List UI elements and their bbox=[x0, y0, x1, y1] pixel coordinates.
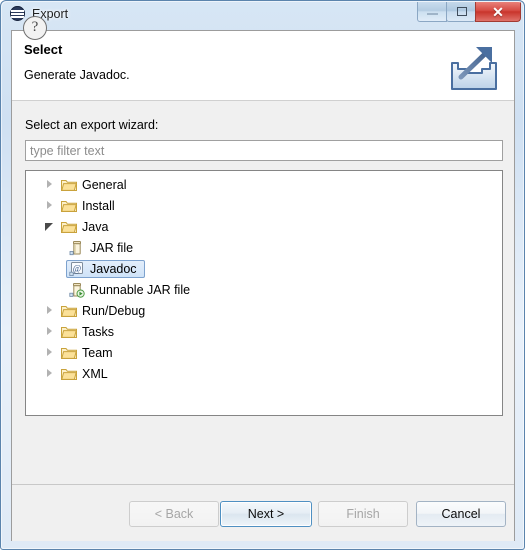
chevron-right-icon[interactable] bbox=[42, 321, 58, 342]
tree-item-label: General bbox=[82, 177, 127, 192]
tree-item-label: Runnable JAR file bbox=[90, 282, 191, 297]
restore-button[interactable] bbox=[446, 2, 476, 22]
chevron-right-icon[interactable] bbox=[42, 342, 58, 363]
tree-item-run-debug[interactable]: Run/Debug bbox=[26, 300, 502, 321]
tree-item-general[interactable]: General bbox=[26, 174, 502, 195]
tree-item-team[interactable]: Team bbox=[26, 342, 502, 363]
tree-item-content[interactable]: General bbox=[58, 176, 134, 194]
tree-item-install[interactable]: Install bbox=[26, 195, 502, 216]
restore-icon bbox=[457, 7, 467, 16]
tree-item-content[interactable]: Install bbox=[58, 197, 123, 215]
tree-item-content[interactable]: JAR file bbox=[66, 239, 141, 257]
tree-item-java[interactable]: Java bbox=[26, 216, 502, 237]
title-bar[interactable]: Export ✕ bbox=[1, 1, 524, 29]
close-icon: ✕ bbox=[492, 3, 504, 20]
dialog-bottom-edge bbox=[11, 538, 515, 548]
minimize-button[interactable] bbox=[417, 2, 447, 22]
runnable-jar-icon bbox=[69, 282, 85, 298]
tree-item-label: Run/Debug bbox=[82, 303, 146, 318]
svg-text:@: @ bbox=[73, 263, 81, 273]
tree-item-jar-file[interactable]: JAR file bbox=[26, 237, 502, 258]
close-button[interactable]: ✕ bbox=[475, 2, 521, 22]
chevron-right-icon[interactable] bbox=[42, 195, 58, 216]
javadoc-at-icon: @ bbox=[69, 261, 85, 277]
folder-icon bbox=[61, 178, 77, 192]
tree-item-content[interactable]: Run/Debug bbox=[58, 302, 153, 320]
jar-file-icon bbox=[69, 240, 85, 256]
folder-icon bbox=[61, 325, 77, 339]
tree-item-label: Java bbox=[82, 219, 109, 234]
chevron-right-icon[interactable] bbox=[42, 174, 58, 195]
tree-item-xml[interactable]: XML bbox=[26, 363, 502, 384]
next-button[interactable]: Next > bbox=[220, 501, 312, 527]
minimize-icon bbox=[427, 13, 438, 15]
chevron-right-icon[interactable] bbox=[42, 363, 58, 384]
page-description: Generate Javadoc. bbox=[24, 68, 130, 82]
tree-item-label: Install bbox=[82, 198, 115, 213]
tree-item-label: Team bbox=[82, 345, 113, 360]
window-controls: ✕ bbox=[417, 2, 521, 24]
tree-item-label: XML bbox=[82, 366, 108, 381]
tree-item-content[interactable]: Java bbox=[58, 218, 116, 236]
tree-item-javadoc[interactable]: @ Javadoc bbox=[26, 258, 502, 279]
chevron-right-icon[interactable] bbox=[42, 300, 58, 321]
wizard-body: Select an export wizard: General Install J… bbox=[12, 101, 514, 484]
help-button[interactable]: ? bbox=[23, 16, 47, 40]
filter-input[interactable] bbox=[25, 140, 503, 161]
eclipse-icon bbox=[10, 6, 25, 21]
tree-item-runnable-jar-file[interactable]: Runnable JAR file bbox=[26, 279, 502, 300]
wizard-header: Select Generate Javadoc. bbox=[12, 31, 514, 101]
tree-item-content[interactable]: Runnable JAR file bbox=[66, 281, 198, 299]
folder-icon bbox=[61, 220, 77, 234]
tree-item-label: JAR file bbox=[90, 240, 134, 255]
cancel-button[interactable]: Cancel bbox=[416, 501, 506, 527]
page-title: Select bbox=[24, 42, 63, 57]
tree-item-content[interactable]: Team bbox=[58, 344, 121, 362]
select-wizard-label: Select an export wizard: bbox=[25, 118, 159, 132]
tree-item-label: Tasks bbox=[82, 324, 114, 339]
export-wizard-icon bbox=[446, 39, 502, 95]
chevron-down-icon[interactable] bbox=[42, 216, 58, 237]
wizard-tree[interactable]: General Install Java JAR file @ Javadoc Runnab… bbox=[25, 170, 503, 416]
back-button[interactable]: < Back bbox=[129, 501, 219, 527]
dialog-client-area: Select Generate Javadoc. Select an expor… bbox=[11, 30, 515, 541]
folder-icon bbox=[61, 346, 77, 360]
folder-icon bbox=[61, 199, 77, 213]
tree-item-tasks[interactable]: Tasks bbox=[26, 321, 502, 342]
folder-icon bbox=[61, 367, 77, 381]
folder-icon bbox=[61, 304, 77, 318]
tree-item-content[interactable]: Tasks bbox=[58, 323, 122, 341]
export-dialog-window: Export ✕ Select Generate Javadoc. Select… bbox=[0, 0, 525, 550]
tree-item-label: Javadoc bbox=[90, 261, 137, 276]
tree-item-selected[interactable]: @ Javadoc bbox=[66, 259, 145, 278]
tree-item-content[interactable]: XML bbox=[58, 365, 116, 383]
finish-button[interactable]: Finish bbox=[318, 501, 408, 527]
